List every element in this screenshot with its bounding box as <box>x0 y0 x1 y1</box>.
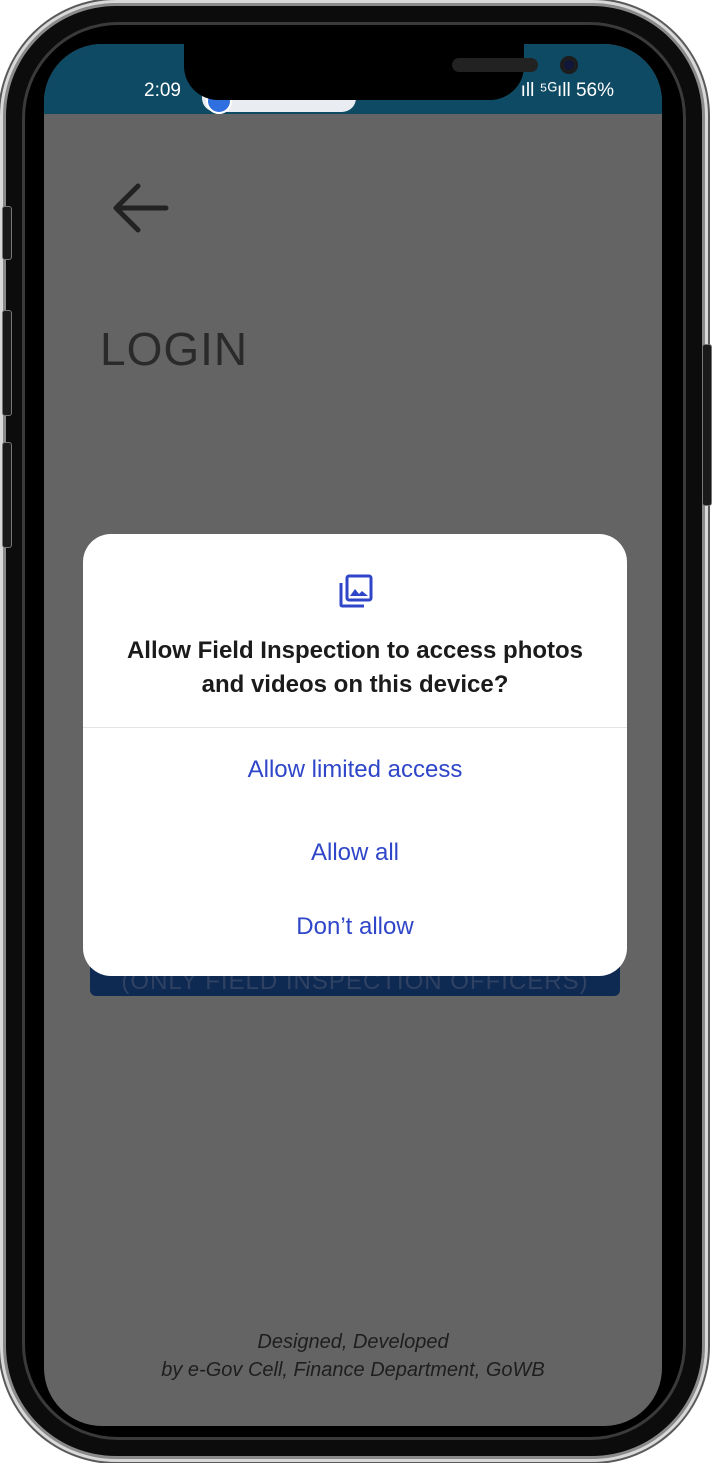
screen: 2:09 ıll ⁵ᴳıll 56% LOGIN (ONLY FIELD INS… <box>44 44 662 1426</box>
status-indicators: ıll ⁵ᴳıll 56% <box>520 80 614 101</box>
photo-library-icon <box>339 574 373 608</box>
allow-limited-access-button[interactable]: Allow limited access <box>83 756 627 784</box>
footer-line-2: by e-Gov Cell, Finance Department, GoWB <box>161 1359 545 1381</box>
allow-all-button[interactable]: Allow all <box>83 839 627 867</box>
action-button <box>2 206 12 260</box>
page-title: LOGIN <box>100 323 249 375</box>
permission-dialog: Allow Field Inspection to access photos … <box>83 534 627 976</box>
notch <box>184 44 578 100</box>
power-button <box>702 344 712 506</box>
volume-up-button <box>2 310 12 416</box>
dont-allow-button[interactable]: Don’t allow <box>83 913 627 941</box>
back-arrow-icon[interactable] <box>110 182 170 234</box>
front-camera <box>560 56 578 74</box>
speaker <box>452 58 538 72</box>
status-time: 2:09 <box>144 80 181 101</box>
footer-credit: Designed, Developed by e-Gov Cell, Finan… <box>44 1328 662 1384</box>
dialog-title: Allow Field Inspection to access photos … <box>126 637 584 698</box>
volume-down-button <box>2 442 12 548</box>
dialog-divider <box>83 727 627 728</box>
footer-line-1: Designed, Developed <box>257 1331 449 1353</box>
